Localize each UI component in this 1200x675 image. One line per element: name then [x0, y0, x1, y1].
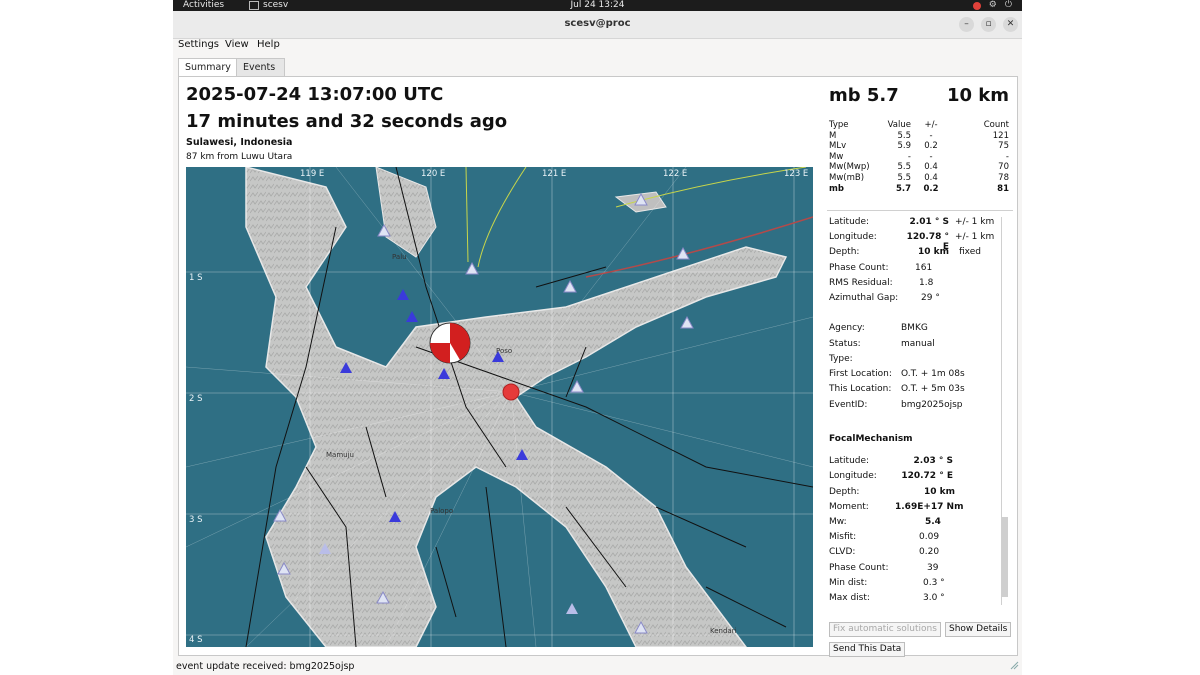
scrollbar-thumb[interactable] [1002, 517, 1008, 597]
table-row: MLv 5.9 0.2 75 [829, 141, 1009, 152]
focal-heading: FocalMechanism [829, 434, 913, 444]
focal-mechanism-beachball[interactable] [429, 322, 471, 364]
event-map[interactable]: 119 E 120 E 121 E 122 E 123 E 1 S 2 S 3 … [186, 167, 813, 647]
col-count: Count [983, 120, 1009, 130]
region-name: Sulawesi, Indonesia [186, 137, 293, 148]
table-row: mb 5.7 0.2 81 [829, 183, 1009, 194]
lat-label-3s: 3 S [189, 515, 203, 525]
map-canvas [186, 167, 813, 647]
menu-help[interactable]: Help [257, 39, 280, 50]
place-palopo: Palopo [430, 507, 454, 515]
lat-label-1s: 1 S [189, 273, 203, 283]
lat-label-2s: 2 S [189, 394, 203, 404]
tab-events[interactable]: Events (51/52) [236, 58, 285, 91]
app-window: scesv@proc – ▫ ✕ Settings View Help Summ… [173, 11, 1022, 675]
tab-summary[interactable]: Summary [178, 58, 238, 78]
resize-grip-icon[interactable] [1010, 661, 1019, 670]
fix-automatic-solutions-button[interactable]: Fix automatic solutions [829, 622, 941, 637]
lon-label-120: 120 E [421, 169, 446, 179]
close-button[interactable]: ✕ [1003, 17, 1018, 32]
clock[interactable]: Jul 24 13:24 [173, 0, 1022, 11]
table-row: Mw(mB) 5.5 0.4 78 [829, 172, 1009, 183]
time-ago: 17 minutes and 32 seconds ago [186, 111, 508, 132]
system-tray[interactable]: ⚙ ⏻ [972, 0, 1012, 11]
divider [827, 210, 1013, 211]
event-epicenter-marker[interactable] [502, 383, 520, 401]
lon-label-121: 121 E [542, 169, 567, 179]
minimize-button[interactable]: – [959, 17, 974, 32]
network-icon: ⚙ [988, 0, 997, 10]
col-value: Value [887, 120, 911, 130]
table-row: Mw - - - [829, 151, 1009, 162]
title-bar: scesv@proc – ▫ ✕ [173, 11, 1022, 39]
table-row: Mw(Mwp) 5.5 0.4 70 [829, 162, 1009, 173]
col-unc: +/- [924, 120, 938, 130]
magnitude-table: Type Value +/- Count M 5.5-121 MLv 5.9 0.2 7… [829, 120, 1009, 194]
origin-time: 2025-07-24 13:07:00 UTC [186, 84, 444, 105]
summary-panel: 2025-07-24 13:07:00 UTC 17 minutes and 3… [178, 76, 1018, 657]
nearest-city: 87 km from Luwu Utara [186, 152, 293, 162]
details-sidebar: mb 5.7 10 km Type Value +/- Count M 5.5-1… [827, 77, 1013, 657]
details-scrollbar[interactable] [1001, 217, 1009, 605]
lon-label-119: 119 E [300, 169, 325, 179]
table-row: M 5.5-121 [829, 130, 1009, 141]
system-top-bar: Activities scesv Jul 24 13:24 ⚙ ⏻ [173, 0, 1022, 11]
status-bar-message: event update received: bmg2025ojsp [176, 661, 355, 672]
preferred-magnitude: mb 5.7 [829, 85, 899, 106]
lon-label-122: 122 E [663, 169, 688, 179]
lat-label-4s: 4 S [189, 635, 203, 645]
show-details-button[interactable]: Show Details [945, 622, 1012, 637]
place-mamuju: Mamuju [326, 451, 354, 459]
menu-view[interactable]: View [225, 39, 249, 50]
preferred-depth: 10 km [946, 85, 1009, 106]
do-not-disturb-icon [972, 1, 981, 10]
maximize-button[interactable]: ▫ [981, 17, 996, 32]
menu-bar: Settings View Help [173, 39, 1022, 53]
place-palu: Palu [392, 253, 407, 261]
lon-label-123: 123 E [784, 169, 809, 179]
menu-settings[interactable]: Settings [178, 39, 219, 50]
send-this-data-button[interactable]: Send This Data [829, 642, 906, 657]
col-type: Type [829, 120, 849, 130]
window-title: scesv@proc [564, 18, 631, 29]
place-kendari: Kendari [710, 627, 737, 635]
power-icon: ⏻ [1004, 0, 1012, 10]
details-scroll-area[interactable]: Latitude: 2.01 ° S +/- 1 km Longitude: 1… [827, 213, 1013, 607]
place-poso: Poso [496, 347, 513, 355]
